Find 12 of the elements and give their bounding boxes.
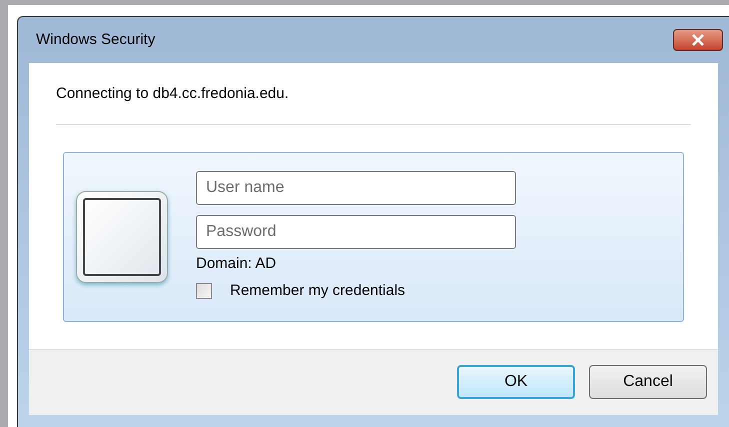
close-button[interactable] (673, 29, 723, 51)
cancel-button[interactable]: Cancel (589, 365, 707, 399)
connection-message: Connecting to db4.cc.fredonia.edu. (56, 83, 691, 124)
ok-button[interactable]: OK (457, 365, 575, 399)
username-field[interactable]: User name (196, 171, 516, 205)
remember-checkbox[interactable] (196, 282, 212, 299)
password-field[interactable]: Password (196, 215, 516, 249)
window-title: Windows Security (36, 30, 156, 50)
domain-label: Domain: AD (196, 254, 278, 274)
close-icon (691, 34, 705, 46)
remember-label: Remember my credentials (230, 280, 406, 300)
user-tile-icon (76, 190, 168, 282)
